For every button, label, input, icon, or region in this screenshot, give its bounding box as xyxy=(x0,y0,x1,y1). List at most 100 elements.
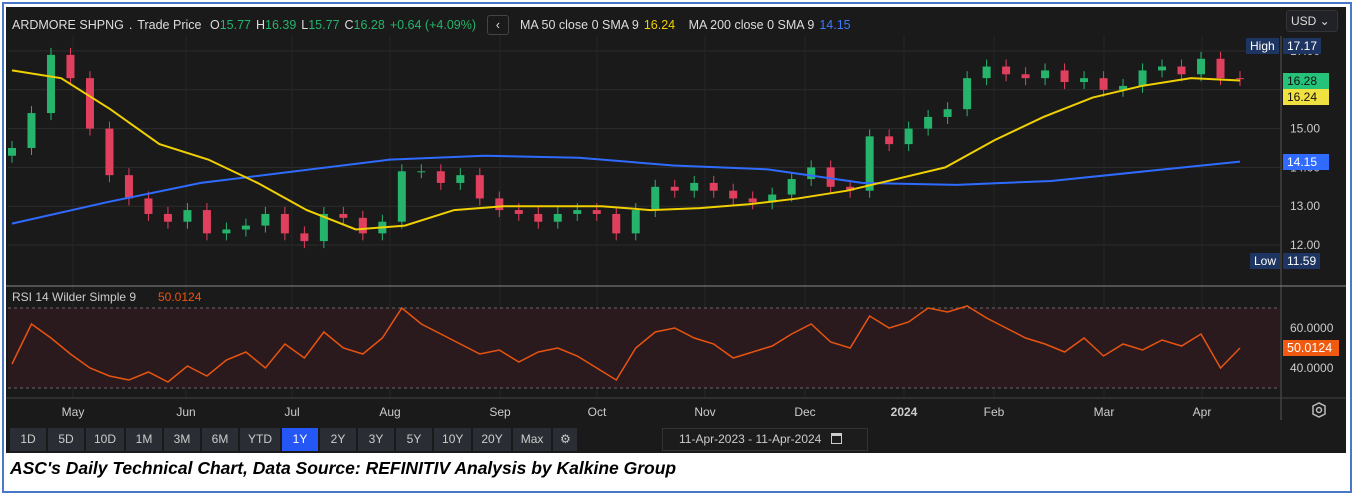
candle xyxy=(1236,71,1244,86)
candle xyxy=(1177,59,1186,82)
date-separator: - xyxy=(748,432,753,446)
candle xyxy=(612,206,621,241)
range-button-5y[interactable]: 5Y xyxy=(396,428,433,451)
candle xyxy=(163,206,172,229)
candle xyxy=(202,203,211,241)
candle xyxy=(729,183,738,206)
low-tag-value: 11.59 xyxy=(1283,253,1321,269)
candle xyxy=(904,121,913,152)
last-price-tag: 16.28 xyxy=(1283,73,1329,89)
candle xyxy=(1041,63,1050,86)
candle xyxy=(924,109,933,136)
candle xyxy=(963,71,972,117)
price-chart[interactable]: 17.0016.0015.0014.0013.0012.00 RSI 14 Wi… xyxy=(0,0,1354,495)
price-tick: 13.00 xyxy=(1290,199,1320,213)
candle xyxy=(85,71,94,136)
range-settings-gear-icon[interactable]: ⚙ xyxy=(553,428,578,451)
range-button-5d[interactable]: 5D xyxy=(48,428,84,451)
candle xyxy=(27,106,36,155)
date-from: 11-Apr-2023 xyxy=(679,432,745,446)
ma50-tag: 16.24 xyxy=(1283,89,1329,105)
range-button-max[interactable]: Max xyxy=(512,428,552,451)
price-tick: 15.00 xyxy=(1290,122,1320,136)
candle xyxy=(495,191,504,218)
rsi-label: RSI 14 Wilder Simple 9 xyxy=(12,290,136,304)
time-tick: Aug xyxy=(379,405,400,419)
candle xyxy=(105,121,114,183)
candle xyxy=(1197,51,1206,82)
candle xyxy=(436,164,445,190)
candle xyxy=(397,164,406,229)
candle xyxy=(475,168,484,206)
date-range-picker[interactable]: 11-Apr-2023 - 11-Apr-2024 xyxy=(662,428,868,451)
candle xyxy=(1021,67,1030,86)
candle xyxy=(787,172,796,202)
time-tick: Oct xyxy=(588,405,607,419)
candle xyxy=(241,218,250,237)
range-button-1d[interactable]: 1D xyxy=(10,428,46,451)
range-button-1y[interactable]: 1Y xyxy=(282,428,319,451)
candle xyxy=(943,102,952,124)
candle xyxy=(1119,78,1128,97)
time-tick: Apr xyxy=(1193,405,1212,419)
candle xyxy=(651,179,660,218)
candle xyxy=(144,191,153,221)
candle xyxy=(1002,59,1011,82)
candle xyxy=(339,206,348,225)
ma200-line xyxy=(11,154,1241,225)
time-tick: May xyxy=(62,405,85,419)
range-button-1m[interactable]: 1M xyxy=(126,428,163,451)
range-button-3m[interactable]: 3M xyxy=(164,428,201,451)
candle xyxy=(358,210,367,241)
range-button-20y[interactable]: 20Y xyxy=(473,428,511,451)
ma200-tag: 14.15 xyxy=(1283,154,1329,170)
candle xyxy=(46,47,55,121)
candle xyxy=(670,179,679,198)
low-tag-label: Low xyxy=(1250,253,1281,269)
candle xyxy=(183,203,192,229)
time-tick: Feb xyxy=(984,405,1005,419)
candle xyxy=(8,141,16,163)
time-tick: Nov xyxy=(694,405,715,419)
rsi-value-tag: 50.0124 xyxy=(1283,340,1339,356)
candle xyxy=(865,129,874,198)
price-tick: 12.00 xyxy=(1290,238,1320,252)
settings-gear-icon[interactable] xyxy=(1312,402,1326,418)
range-button-10y[interactable]: 10Y xyxy=(434,428,472,451)
candle xyxy=(261,206,270,233)
candle xyxy=(807,160,816,187)
range-button-10d[interactable]: 10D xyxy=(86,428,125,451)
range-button-6m[interactable]: 6M xyxy=(202,428,239,451)
range-button-ytd[interactable]: YTD xyxy=(240,428,281,451)
ma50-line xyxy=(11,69,1241,231)
range-button-3y[interactable]: 3Y xyxy=(358,428,395,451)
rsi-tick: 40.0000 xyxy=(1290,361,1334,375)
candle xyxy=(1138,63,1147,93)
date-to: 11-Apr-2024 xyxy=(755,432,822,446)
candle xyxy=(1060,63,1069,90)
time-tick: Mar xyxy=(1094,405,1115,419)
candle xyxy=(1080,71,1089,90)
calendar-icon[interactable] xyxy=(830,433,842,444)
time-tick: Dec xyxy=(794,405,815,419)
time-tick: Sep xyxy=(489,405,511,419)
candle xyxy=(982,59,991,86)
candle xyxy=(280,206,289,241)
time-tick: 2024 xyxy=(891,405,918,419)
candle xyxy=(534,206,543,229)
candle xyxy=(1099,71,1108,97)
high-tag-value: 17.17 xyxy=(1283,38,1322,54)
candle xyxy=(553,206,562,229)
candle xyxy=(1158,59,1167,78)
rsi-tick: 60.0000 xyxy=(1290,321,1334,335)
caption: ASC's Daily Technical Chart, Data Source… xyxy=(10,458,677,478)
candle xyxy=(319,206,328,249)
rsi-band xyxy=(8,308,1280,388)
candle xyxy=(456,168,465,190)
candle xyxy=(417,164,426,179)
time-tick: Jul xyxy=(284,405,299,419)
high-tag-label: High xyxy=(1246,38,1279,54)
range-button-2y[interactable]: 2Y xyxy=(320,428,357,451)
range-buttons: 1D 5D 10D 1M 3M 6M YTD 1Y 2Y 3Y 5Y 10Y 20Y Max ⚙ xyxy=(10,428,578,451)
candle xyxy=(885,129,894,152)
